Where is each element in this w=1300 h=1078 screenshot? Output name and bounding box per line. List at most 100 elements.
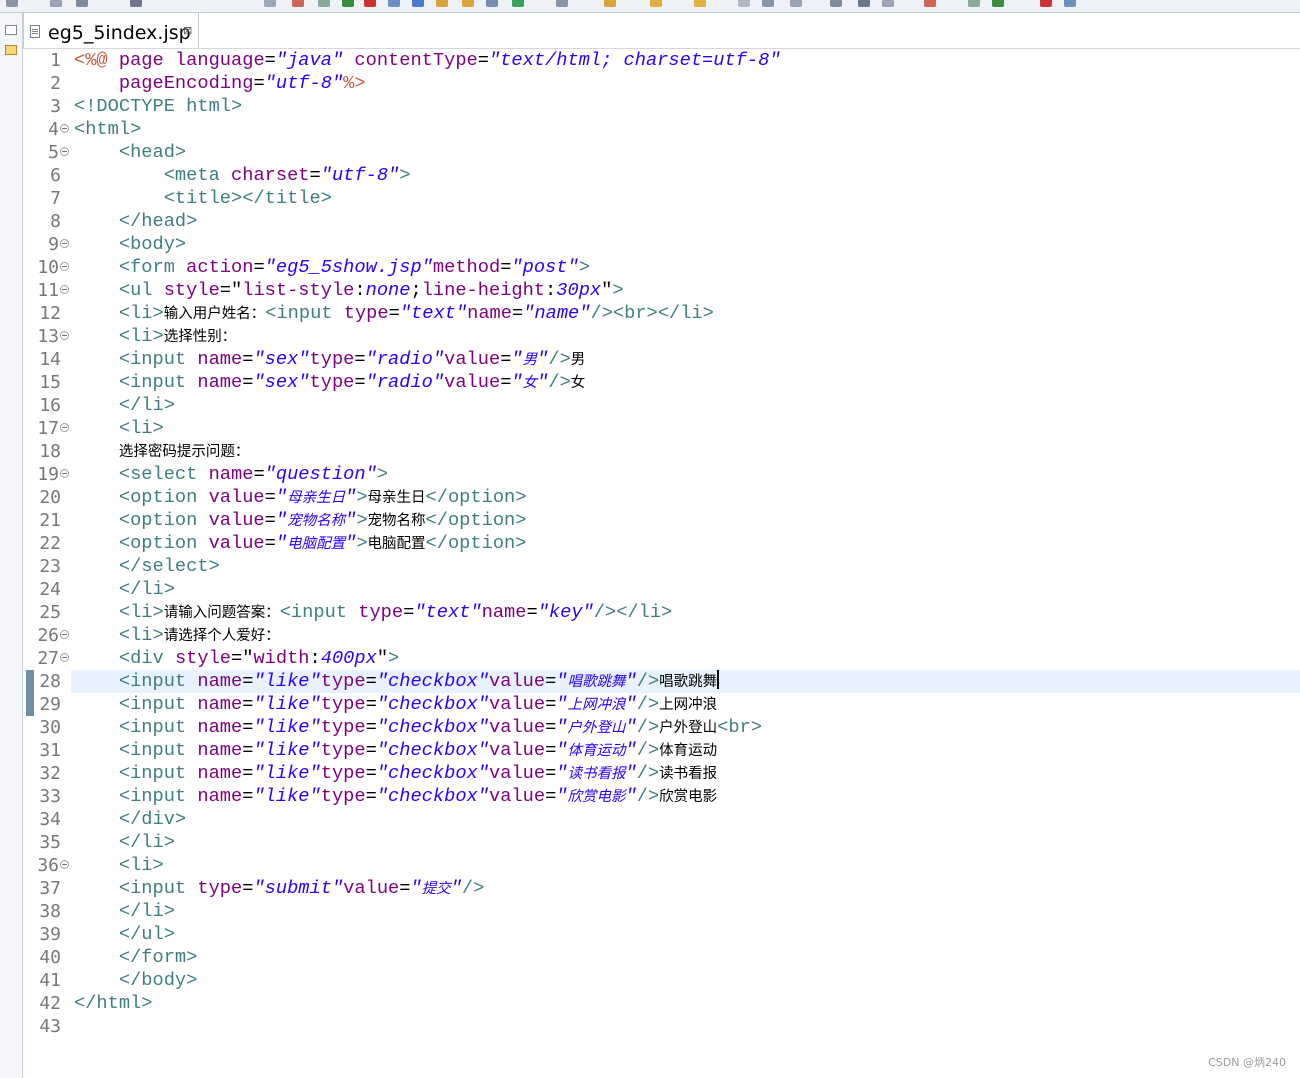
fold-toggle-icon[interactable]: [60, 469, 69, 478]
code-line[interactable]: 38 </li>: [23, 900, 1300, 923]
toolbar-button[interactable]: [1064, 0, 1076, 7]
toolbar-button[interactable]: [790, 0, 802, 7]
close-tab-icon[interactable]: ⊠: [183, 25, 192, 37]
code-line[interactable]: 15 <input name="sex"type="radio"value="女…: [23, 371, 1300, 394]
fold-toggle-icon[interactable]: [60, 285, 69, 294]
code-line[interactable]: 24 </li>: [23, 578, 1300, 601]
toolbar-button[interactable]: [364, 0, 376, 7]
code-line[interactable]: 12 <li>输入用户姓名：<input type="text"name="na…: [23, 302, 1300, 325]
code-line[interactable]: 33 <input name="like"type="checkbox"valu…: [23, 785, 1300, 808]
code-line[interactable]: 37 <input type="submit"value="提交"/>: [23, 877, 1300, 900]
code-line[interactable]: 27 <div style="width:400px">: [23, 647, 1300, 670]
toolbar-button[interactable]: [882, 0, 894, 7]
code-text: <!DOCTYPE html>: [74, 95, 242, 118]
code-token-tag: /></li>: [593, 601, 673, 623]
code-token-tag: <form: [118, 256, 187, 278]
code-line[interactable]: 4 <html>: [23, 118, 1300, 141]
editor-tab[interactable]: eg5_5index.jsp ⊠: [23, 13, 199, 48]
code-token-val: "like": [253, 762, 321, 784]
fold-toggle-icon[interactable]: [60, 147, 69, 156]
code-line[interactable]: 22 <option value="电脑配置">电脑配置</option>: [23, 532, 1300, 555]
code-line[interactable]: 6 <meta charset="utf-8">: [23, 164, 1300, 187]
toolbar-button[interactable]: [924, 0, 936, 7]
toolbar-button[interactable]: [762, 0, 774, 7]
fold-toggle-icon[interactable]: [60, 262, 69, 271]
code-line[interactable]: 28 <input name="like"type="checkbox"valu…: [23, 670, 1300, 693]
code-line[interactable]: 2 pageEncoding="utf-8"%>: [23, 72, 1300, 95]
code-line[interactable]: 31 <input name="like"type="checkbox"valu…: [23, 739, 1300, 762]
code-line[interactable]: 5 <head>: [23, 141, 1300, 164]
code-token-plain: =: [500, 371, 512, 393]
toolbar-button[interactable]: [650, 0, 662, 7]
code-line[interactable]: 1 <%@ page language="java" contentType="t…: [23, 49, 1300, 72]
toolbar-button[interactable]: [556, 0, 568, 7]
toolbar-button[interactable]: [1040, 0, 1052, 7]
code-line[interactable]: 39 </ul>: [23, 923, 1300, 946]
line-gutter: 22: [23, 532, 71, 555]
code-token-plain: =: [242, 785, 254, 807]
code-line[interactable]: 7 <title></title>: [23, 187, 1300, 210]
code-line[interactable]: 18 选择密码提示问题：: [23, 440, 1300, 463]
toolbar-button[interactable]: [604, 0, 616, 7]
line-gutter: 20: [23, 486, 71, 509]
toolbar-button[interactable]: [512, 0, 524, 7]
toolbar-button[interactable]: [462, 0, 474, 7]
code-line[interactable]: 14 <input name="sex"type="radio"value="男…: [23, 348, 1300, 371]
code-editor[interactable]: 1 <%@ page language="java" contentType="t…: [23, 49, 1300, 1078]
code-line[interactable]: 42 </html>: [23, 992, 1300, 1015]
code-line[interactable]: 26 <li>请选择个人爱好：: [23, 624, 1300, 647]
toolbar-button[interactable]: [292, 0, 304, 7]
toolbar-button[interactable]: [486, 0, 498, 7]
code-line[interactable]: 17 <li>: [23, 417, 1300, 440]
code-line[interactable]: 41 </body>: [23, 969, 1300, 992]
toolbar-button[interactable]: [342, 0, 354, 7]
toolbar-button[interactable]: [738, 0, 750, 7]
code-line[interactable]: 21 <option value="宠物名称">宠物名称</option>: [23, 509, 1300, 532]
toolbar-button[interactable]: [968, 0, 980, 7]
code-line[interactable]: 11 <ul style="list-style:none;line-heigh…: [23, 279, 1300, 302]
code-line[interactable]: 36 <li>: [23, 854, 1300, 877]
code-line[interactable]: 9 <body>: [23, 233, 1300, 256]
toolbar-button[interactable]: [694, 0, 706, 7]
fold-toggle-icon[interactable]: [60, 239, 69, 248]
code-line[interactable]: 23 </select>: [23, 555, 1300, 578]
toolbar-button[interactable]: [318, 0, 330, 7]
code-line[interactable]: 35 </li>: [23, 831, 1300, 854]
code-line[interactable]: 10 <form action="eg5_5show.jsp"method="p…: [23, 256, 1300, 279]
toolbar-button[interactable]: [50, 0, 62, 7]
toolbar-button[interactable]: [830, 0, 842, 7]
toolbar-button[interactable]: [992, 0, 1004, 7]
code-token-val: ": [511, 348, 523, 370]
code-line[interactable]: 16 </li>: [23, 394, 1300, 417]
code-line[interactable]: 20 <option value="母亲生日">母亲生日</option>: [23, 486, 1300, 509]
toolbar-button[interactable]: [130, 0, 142, 7]
code-line[interactable]: 29 <input name="like"type="checkbox"valu…: [23, 693, 1300, 716]
restore-icon[interactable]: [5, 25, 17, 35]
code-line[interactable]: 13 <li>选择性别：: [23, 325, 1300, 348]
code-line[interactable]: 3 <!DOCTYPE html>: [23, 95, 1300, 118]
toolbar-button[interactable]: [412, 0, 424, 7]
code-line[interactable]: 30 <input name="like"type="checkbox"valu…: [23, 716, 1300, 739]
toolbar-button[interactable]: [76, 0, 88, 7]
toolbar-button[interactable]: [388, 0, 400, 7]
fold-toggle-icon[interactable]: [60, 124, 69, 133]
toolbar-button[interactable]: [264, 0, 276, 7]
code-line[interactable]: 32 <input name="like"type="checkbox"valu…: [23, 762, 1300, 785]
code-token-plain: =: [365, 785, 377, 807]
fold-toggle-icon[interactable]: [60, 630, 69, 639]
toolbar-button[interactable]: [6, 0, 18, 7]
fold-toggle-icon[interactable]: [60, 860, 69, 869]
toolbar-button[interactable]: [436, 0, 448, 7]
fold-toggle-icon[interactable]: [60, 331, 69, 340]
toolbar-button[interactable]: [858, 0, 870, 7]
code-line[interactable]: 40 </form>: [23, 946, 1300, 969]
fold-toggle-icon[interactable]: [60, 423, 69, 432]
code-line[interactable]: 34 </div>: [23, 808, 1300, 831]
package-explorer-icon[interactable]: [5, 45, 17, 55]
code-line[interactable]: 8 </head>: [23, 210, 1300, 233]
code-line[interactable]: 25 <li>请输入问题答案：<input type="text"name="k…: [23, 601, 1300, 624]
code-line[interactable]: 43: [23, 1015, 1300, 1038]
fold-toggle-icon[interactable]: [60, 653, 69, 662]
code-line[interactable]: 19 <select name="question">: [23, 463, 1300, 486]
text-caret: [717, 670, 720, 689]
